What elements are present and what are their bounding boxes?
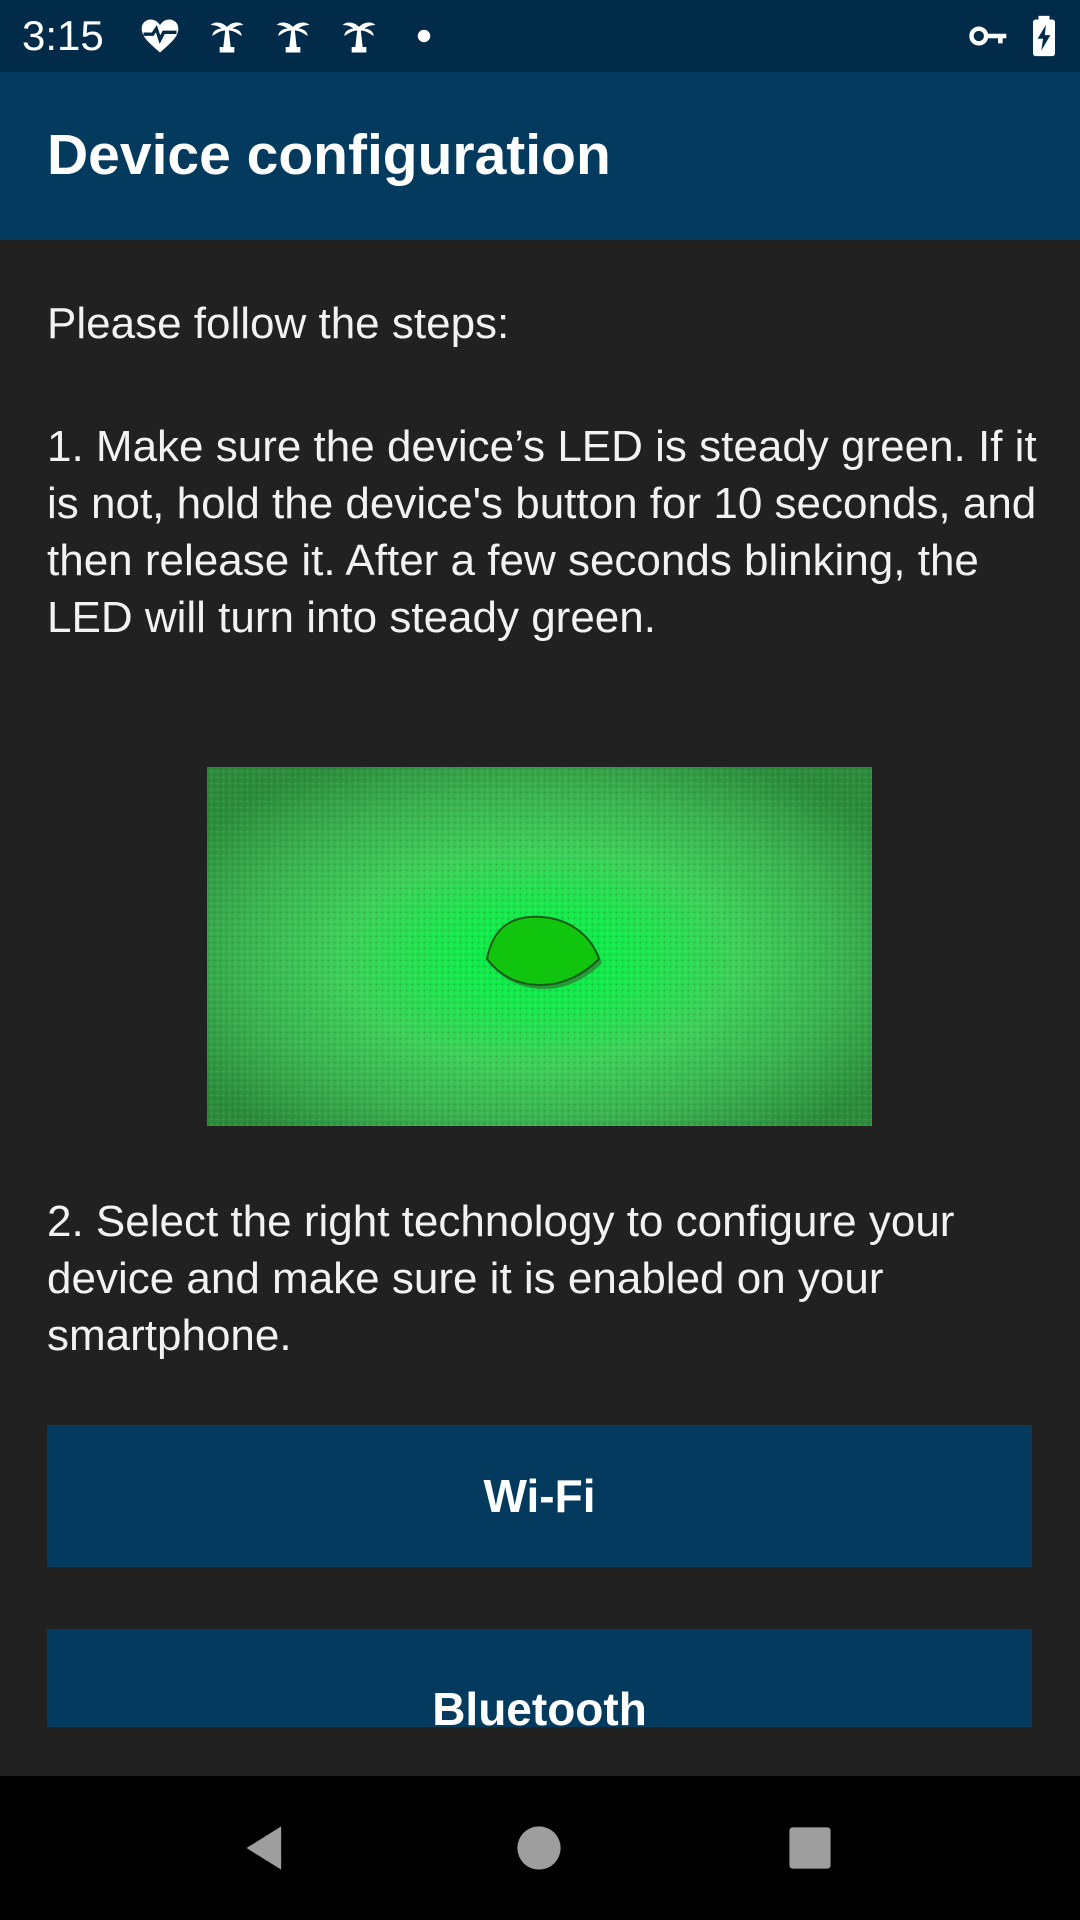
back-icon[interactable] xyxy=(240,1822,292,1874)
wifi-button[interactable]: Wi-Fi xyxy=(47,1425,1032,1567)
dot-icon xyxy=(402,14,446,58)
app-bar: Device configuration xyxy=(0,72,1080,240)
page-title: Device configuration xyxy=(47,123,611,187)
step-2-text: 2. Select the right technology to config… xyxy=(47,1197,955,1360)
status-bar: 3:15 xyxy=(0,0,1080,72)
led-illustration xyxy=(207,767,872,1126)
vpn-key-icon xyxy=(966,14,1010,58)
bluetooth-button[interactable]: Bluetooth xyxy=(47,1629,1032,1727)
screen: 3:15 Device configuration Please follow … xyxy=(0,0,1080,1920)
palm-tree-icon xyxy=(337,14,381,58)
intro-text: Please follow the steps: xyxy=(47,299,510,348)
recents-icon[interactable] xyxy=(784,1822,836,1874)
status-time: 3:15 xyxy=(22,12,104,59)
content-area[interactable]: Please follow the steps: 1. Make sure th… xyxy=(0,240,1080,1776)
home-icon[interactable] xyxy=(513,1822,565,1874)
step-1-text: 1. Make sure the device’s LED is steady … xyxy=(47,422,1037,642)
palm-tree-icon xyxy=(271,14,315,58)
heart-pulse-icon xyxy=(138,14,182,58)
palm-tree-icon xyxy=(205,14,249,58)
battery-charging-icon xyxy=(1022,14,1066,58)
navigation-bar xyxy=(0,1776,1080,1920)
